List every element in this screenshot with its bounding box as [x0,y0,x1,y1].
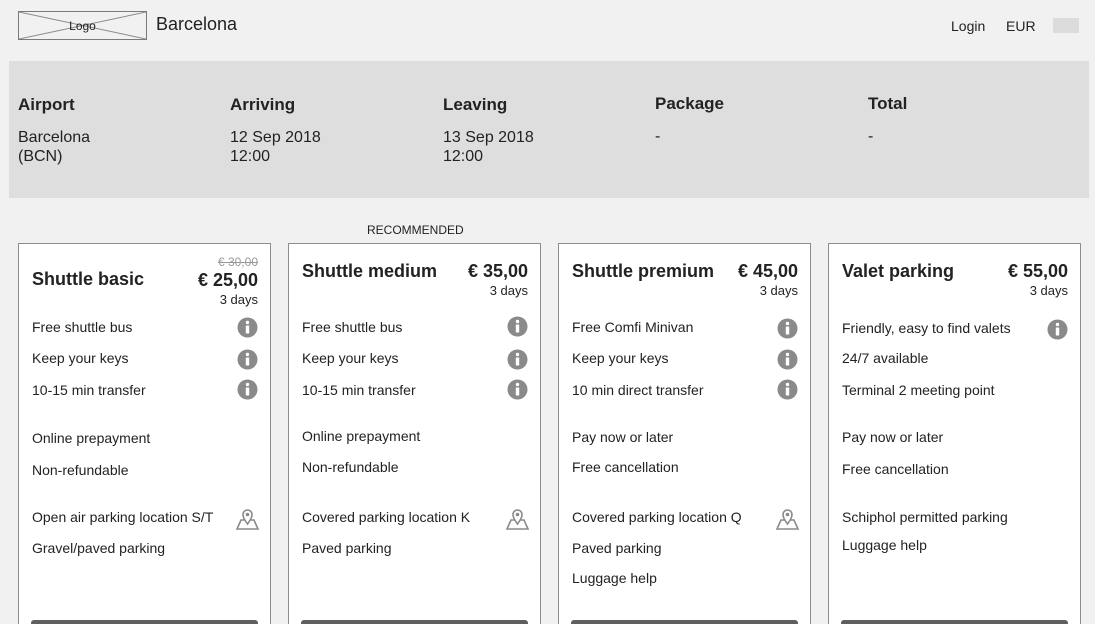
card-title: Shuttle medium [302,261,438,281]
payment-item: Online prepayment [302,428,421,444]
summary-leaving-label: Leaving [443,95,508,114]
select-package-button[interactable] [841,620,1068,624]
feature-item: 10-15 min transfer [302,382,416,398]
feature-item: 10 min direct transfer [572,382,704,398]
summary-package-label: Package [655,94,724,113]
summary-airport: Airport Barcelona (BCN) [18,95,90,166]
summary-airport-value: Barcelona (BCN) [18,129,91,165]
payment-item: Non-refundable [302,459,399,475]
booking-summary: Airport Barcelona (BCN) Arriving 12 Sep … [9,61,1089,198]
feature-item: Free shuttle bus [32,319,133,335]
info-icon[interactable] [237,349,258,370]
parking-item: Gravel/paved parking [32,540,166,556]
map-pin-icon[interactable] [234,506,261,530]
parking-item: Luggage help [572,570,657,586]
map-pin-icon[interactable] [504,506,531,530]
currency-selector[interactable]: EUR [1006,18,1036,34]
payment-item: Pay now or later [842,429,944,445]
info-icon[interactable] [1047,319,1068,340]
card-old-price: € 30,00 [217,255,258,269]
summary-package: Package - [655,94,724,146]
card-title: Shuttle basic [32,269,145,289]
select-package-button[interactable] [31,620,258,624]
payment-item: Online prepayment [32,430,151,446]
package-card-shuttle-premium[interactable]: Shuttle premium € 45,00 3 days Free Comf… [558,243,811,624]
select-package-button[interactable] [571,620,798,624]
summary-airport-label: Airport [18,95,75,114]
summary-arriving-label: Arriving [230,95,296,114]
summary-total-label: Total [868,94,908,113]
feature-item: 24/7 available [842,350,929,366]
card-title: Valet parking [842,261,955,281]
recommended-label: RECOMMENDED [367,223,464,237]
payment-item: Free cancellation [842,461,949,477]
package-card-valet-parking[interactable]: Valet parking € 55,00 3 days Friendly, e… [828,243,1081,624]
feature-item: Terminal 2 meeting point [842,382,995,398]
map-pin-icon[interactable] [774,506,801,530]
summary-total-value: - [868,128,874,145]
page-title: Barcelona [156,14,238,34]
parking-item: Schiphol permitted parking [842,509,1008,525]
logo[interactable]: Logo [18,11,147,40]
info-icon[interactable] [507,316,528,337]
card-price: € 25,00 [197,270,258,290]
feature-item: Keep your keys [572,350,669,366]
feature-item: 10-15 min transfer [32,382,146,398]
card-price: € 45,00 [737,261,798,281]
info-icon[interactable] [507,349,528,370]
summary-total: Total - [868,94,907,146]
card-price: € 35,00 [467,261,528,281]
language-flag-icon[interactable] [1053,18,1079,33]
feature-item: Free shuttle bus [302,319,403,335]
info-icon[interactable] [777,379,798,400]
info-icon[interactable] [507,379,528,400]
package-card-shuttle-medium[interactable]: Shuttle medium € 35,00 3 days Free shutt… [288,243,541,624]
parking-item: Luggage help [842,537,927,553]
card-days: 3 days [759,283,798,298]
login-link[interactable]: Login [951,18,985,34]
feature-item: Free Comfi Minivan [572,319,694,335]
parking-item: Paved parking [302,540,392,556]
info-icon[interactable] [237,317,258,338]
card-days: 3 days [1029,283,1068,298]
card-days: 3 days [219,292,258,307]
feature-item: Friendly, easy to find valets [842,320,1011,336]
summary-arriving: Arriving 12 Sep 2018 12:00 [230,95,321,166]
info-icon[interactable] [777,349,798,370]
feature-item: Keep your keys [32,350,129,366]
feature-item: Keep your keys [302,350,399,366]
parking-item: Covered parking location Q [572,509,742,525]
parking-item: Covered parking location K [302,509,471,525]
parking-item: Open air parking location S/T [32,509,214,525]
info-icon[interactable] [777,318,798,339]
info-icon[interactable] [237,379,258,400]
payment-item: Non-refundable [32,462,129,478]
card-price: € 55,00 [1007,261,1068,281]
card-title: Shuttle premium [572,261,715,281]
card-days: 3 days [489,283,528,298]
summary-leaving: Leaving 13 Sep 2018 12:00 [443,95,534,166]
payment-item: Pay now or later [572,429,674,445]
parking-item: Paved parking [572,540,662,556]
package-card-shuttle-basic[interactable]: Shuttle basic € 30,00 € 25,00 3 days Fre… [18,243,271,624]
summary-leaving-value: 13 Sep 2018 12:00 [443,129,534,165]
summary-package-value: - [655,128,661,145]
select-package-button[interactable] [301,620,528,624]
summary-arriving-value: 12 Sep 2018 12:00 [230,129,321,165]
payment-item: Free cancellation [572,459,679,475]
logo-text: Logo [69,18,96,33]
